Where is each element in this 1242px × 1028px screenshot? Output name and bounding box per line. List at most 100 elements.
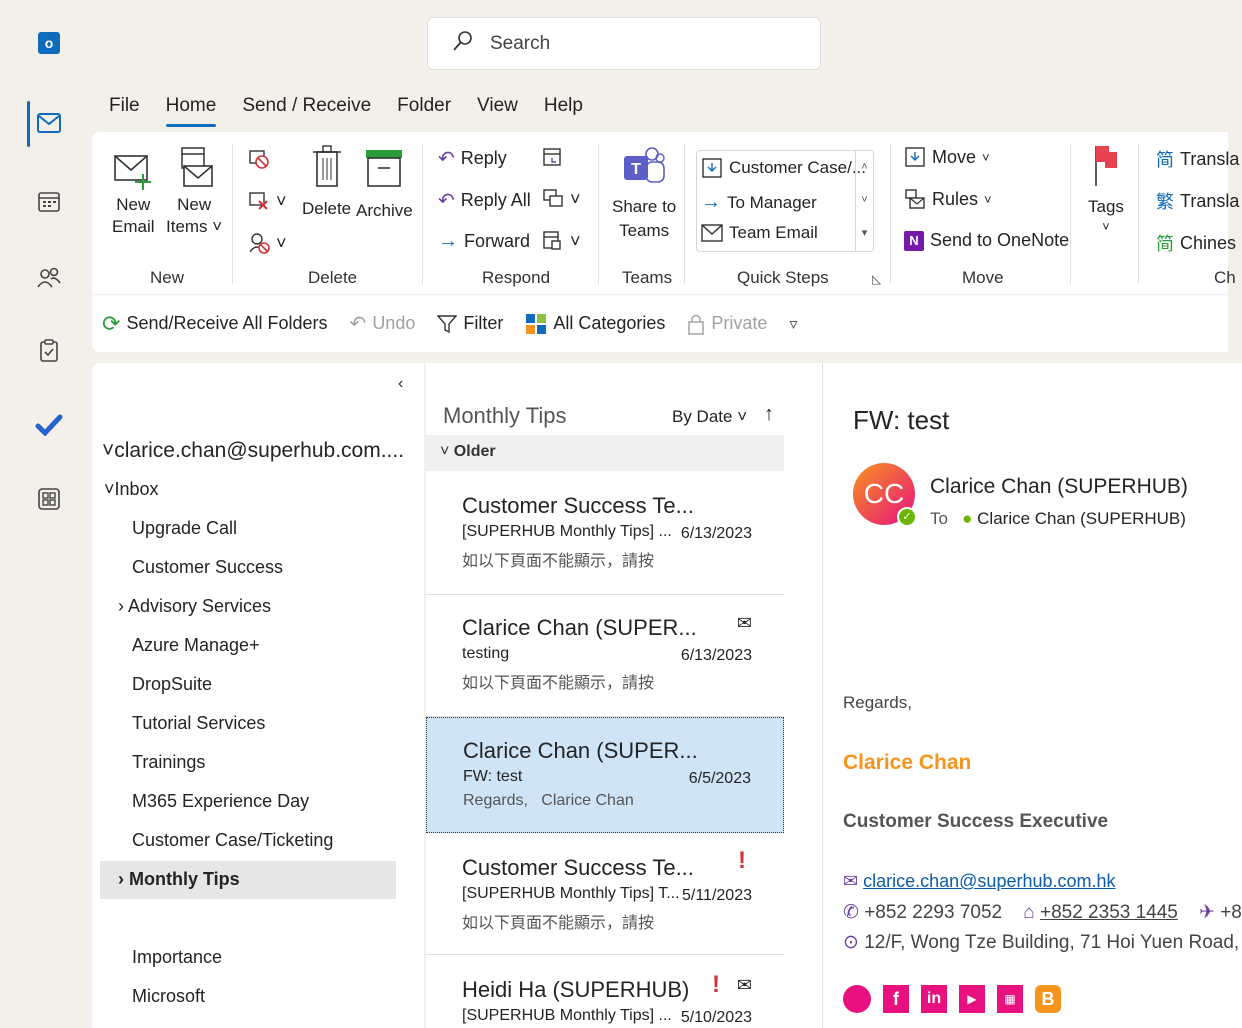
list-item[interactable]: Customer Success Te... [SUPERHUB Monthly… [426, 835, 784, 955]
facebook-icon[interactable]: f [883, 985, 909, 1013]
share-to-teams-button[interactable]: T Share to Teams [612, 144, 676, 244]
forward-button[interactable]: → Forward [438, 230, 530, 253]
folder-microsoft[interactable]: Microsoft [132, 986, 205, 1007]
translate-button-2[interactable]: 繁 Transla [1156, 188, 1239, 214]
folder-importance[interactable]: Importance [132, 947, 222, 968]
reply-button[interactable]: ↶ Reply [438, 146, 507, 171]
todo-icon[interactable] [34, 410, 64, 440]
collapse-pane-button[interactable]: ‹ [398, 375, 403, 393]
more-respond-icon [543, 231, 561, 250]
blog-icon[interactable]: B [1035, 985, 1061, 1013]
ribbon: New Email New Items ˅ New ˅ ˅ Delete Arc… [92, 132, 1239, 294]
send-to-onenote-button[interactable]: N Send to OneNote [904, 230, 1069, 251]
website-icon[interactable] [843, 985, 871, 1013]
body-regards: Regards, [843, 693, 912, 712]
signature-phone-row: ✆ +852 2293 7052 ⌂ +852 2353 1445 ✈ +85 [843, 901, 1242, 924]
tags-button[interactable]: Tags ˅ [1088, 144, 1124, 240]
phone-2[interactable]: +852 2353 1445 [1040, 902, 1178, 923]
quick-step-customer-case[interactable]: Customer Case/... [701, 157, 866, 179]
move-button[interactable]: Move ˅ [904, 146, 990, 168]
linkedin-icon[interactable]: in [921, 985, 947, 1013]
address: 12/F, Wong Tze Building, 71 Hoi Yuen Roa… [864, 932, 1242, 953]
translate-icon: 繁 [1156, 192, 1174, 212]
archive-icon [366, 150, 403, 187]
sort-button[interactable]: By Date ˅ [672, 407, 747, 427]
signature-email-link[interactable]: clarice.chan@superhub.com.hk [863, 871, 1115, 891]
message-sender: Heidi Ha (SUPERHUB) [462, 977, 690, 1002]
tab-view[interactable]: View [477, 95, 518, 125]
dialog-launcher-icon[interactable]: ◺ [872, 272, 881, 286]
chevron-down-icon: ˅ [102, 439, 115, 462]
undo-button[interactable]: ↶ Undo [350, 311, 416, 336]
list-item-selected[interactable]: Clarice Chan (SUPER... FW: test Regards,… [426, 717, 784, 833]
tab-send-receive[interactable]: Send / Receive [242, 95, 371, 125]
folder-m365-experience-day[interactable]: M365 Experience Day [132, 791, 309, 812]
calendar-icon[interactable] [34, 186, 64, 216]
folder-advisory-services[interactable]: › Advisory Services [118, 596, 271, 617]
gallery-scroll[interactable]: ˄ ˅ ▾ [855, 151, 873, 251]
undo-icon: ↶ [349, 313, 367, 335]
junk-button[interactable]: ˅ [248, 232, 287, 254]
folder-customer-case-ticketing[interactable]: Customer Case/Ticketing [132, 830, 333, 851]
reply-all-button[interactable]: ↶ Reply All [438, 188, 531, 213]
apps-icon[interactable] [34, 484, 64, 514]
ignore-button[interactable] [248, 148, 270, 170]
folder-azure-manage[interactable]: Azure Manage+ [132, 635, 260, 656]
private-button[interactable]: Private [687, 313, 767, 335]
list-item[interactable]: Clarice Chan (SUPER... testing 如以下頁面不能顯示… [426, 595, 784, 717]
new-email-button[interactable]: New Email [112, 148, 155, 240]
tab-file[interactable]: File [109, 95, 140, 125]
quick-step-to-manager[interactable]: → To Manager [701, 191, 817, 214]
folder-monthly-tips[interactable]: › Monthly Tips [100, 861, 396, 899]
send-receive-all-button[interactable]: ⟳ Send/Receive All Folders [102, 311, 328, 337]
tab-folder[interactable]: Folder [397, 95, 451, 125]
account-root[interactable]: ˅clarice.chan@superhub.com.... [102, 439, 404, 463]
group-header-older[interactable]: ˅ Older [426, 435, 784, 471]
separator [1138, 144, 1139, 284]
more-respond-button[interactable]: ˅ [542, 230, 581, 252]
list-item[interactable]: Heidi Ha (SUPERHUB) [SUPERHUB Monthly Ti… [426, 955, 784, 1028]
folder-customer-success[interactable]: Customer Success [132, 557, 283, 578]
tab-home[interactable]: Home [165, 95, 216, 127]
folder-tutorial-services[interactable]: Tutorial Services [132, 713, 265, 734]
mail-icon[interactable] [34, 108, 64, 138]
phone-icon: ✆ [843, 902, 859, 923]
folder-dropsuite[interactable]: DropSuite [132, 674, 212, 695]
list-item[interactable]: Customer Success Te... [SUPERHUB Monthly… [426, 473, 784, 595]
im-button[interactable]: ˅ [542, 188, 581, 210]
search-placeholder: Search [490, 32, 551, 54]
calendar-booking-icon[interactable]: ▦ [997, 985, 1023, 1013]
rules-button[interactable]: Rules ˅ [904, 188, 992, 210]
clean-up-icon [249, 192, 268, 210]
translate-label: Transla [1180, 190, 1240, 211]
archive-button[interactable]: Archive [356, 146, 413, 224]
tab-help[interactable]: Help [544, 95, 583, 125]
tasks-icon[interactable] [34, 336, 64, 366]
sender-name[interactable]: Clarice Chan (SUPERHUB) [930, 475, 1188, 499]
people-icon[interactable] [34, 262, 64, 292]
sort-direction-icon[interactable]: ↑ [764, 403, 774, 426]
menu-tabs: File Home Send / Receive Folder View Hel… [109, 95, 609, 127]
quick-step-team-email[interactable]: Team Email [701, 223, 818, 243]
search-box[interactable]: Search [427, 17, 821, 70]
clean-up-button[interactable]: ˅ [248, 190, 287, 212]
chinese-conversion-button[interactable]: 简 Chines [1156, 230, 1236, 256]
folder-upgrade-call[interactable]: Upgrade Call [132, 518, 237, 539]
reply-icon: ↶ [438, 148, 455, 170]
filter-button[interactable]: Filter [437, 313, 503, 334]
message-sender: Clarice Chan (SUPER... [462, 615, 697, 640]
customize-toolbar-button[interactable]: ▿ [789, 314, 797, 334]
new-items-button[interactable]: New Items ˅ [166, 146, 222, 240]
inbox-label: Inbox [114, 479, 159, 499]
group-label-chinese: Ch [1214, 268, 1236, 287]
all-categories-button[interactable]: All Categories [525, 313, 665, 335]
translate-button-1[interactable]: 简 Transla [1156, 146, 1239, 172]
folder-inbox[interactable]: ˅Inbox [104, 479, 159, 500]
meeting-reply-button[interactable] [542, 146, 564, 168]
recipient-name[interactable]: Clarice Chan (SUPERHUB) [977, 509, 1186, 528]
delete-button[interactable]: Delete [302, 144, 351, 222]
teams-icon: T [624, 147, 665, 183]
message-sender: Customer Success Te... [462, 493, 694, 518]
youtube-icon[interactable]: ▶ [959, 985, 985, 1013]
folder-trainings[interactable]: Trainings [132, 752, 205, 773]
